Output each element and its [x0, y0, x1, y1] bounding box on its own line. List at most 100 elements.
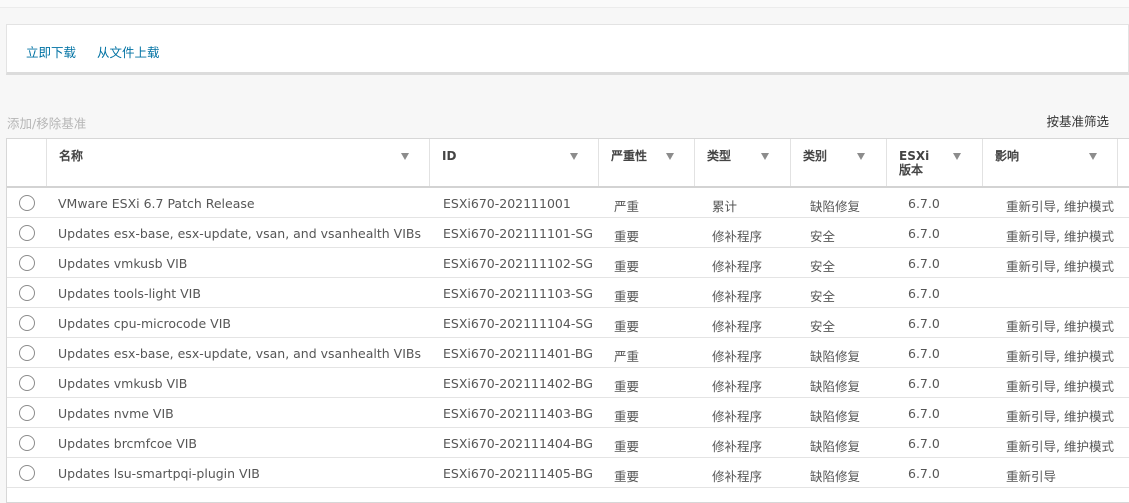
cell-impact: 重新引导, 维护模式 — [1006, 259, 1114, 274]
cell-name: Updates esx-base, esx-update, vsan, and … — [58, 226, 422, 241]
row-select-radio[interactable] — [19, 285, 35, 301]
row-select-radio[interactable] — [19, 435, 35, 451]
cell-impact: 重新引导, 维护模式 — [1006, 199, 1114, 214]
header-name[interactable]: 名称 — [46, 139, 429, 186]
table-header: 名称 ID 严重性 类型 类别 ESXi 版本 影响 — [7, 139, 1129, 188]
filter-icon[interactable] — [953, 153, 961, 160]
filter-icon[interactable] — [857, 153, 865, 160]
header-category-label: 类别 — [803, 149, 828, 163]
cell-type: 修补程序 — [712, 469, 763, 484]
cell-category: 安全 — [810, 319, 836, 334]
cell-severity: 重要 — [614, 319, 640, 334]
filter-icon[interactable] — [1089, 153, 1097, 160]
cell-name: Updates esx-base, esx-update, vsan, and … — [58, 346, 422, 361]
cell-version: 6.7.0 — [908, 466, 940, 481]
cell-type: 修补程序 — [712, 349, 763, 364]
header-impact-label: 影响 — [995, 149, 1020, 163]
cell-severity: 严重 — [614, 199, 640, 214]
cell-severity: 重要 — [614, 379, 640, 394]
table-body: VMware ESXi 6.7 Patch Release ESXi670-20… — [7, 188, 1129, 488]
row-select-radio[interactable] — [19, 195, 35, 211]
cell-type: 修补程序 — [712, 229, 763, 244]
table-row[interactable]: Updates esx-base, esx-update, vsan, and … — [7, 218, 1129, 248]
header-impact[interactable]: 影响 — [982, 139, 1118, 186]
filter-icon[interactable] — [570, 153, 578, 160]
cell-severity: 重要 — [614, 409, 640, 424]
header-severity[interactable]: 严重性 — [598, 139, 694, 186]
table-row[interactable]: Updates lsu-smartpqi-plugin VIB ESXi670-… — [7, 458, 1129, 488]
cell-type: 修补程序 — [712, 289, 763, 304]
cell-id: ESXi670-202111104-SG — [443, 316, 593, 331]
table-row[interactable]: Updates cpu-microcode VIB ESXi670-202111… — [7, 308, 1129, 338]
filter-icon[interactable] — [666, 153, 674, 160]
cell-version: 6.7.0 — [908, 256, 940, 271]
row-select-radio[interactable] — [19, 225, 35, 241]
header-esxi-version-label: ESXi 版本 — [899, 149, 930, 177]
row-select-radio[interactable] — [19, 255, 35, 271]
patch-table: 名称 ID 严重性 类型 类别 ESXi 版本 影响 VMware ESXi 6… — [6, 138, 1129, 503]
cell-impact: 重新引导, 维护模式 — [1006, 229, 1114, 244]
cell-name: Updates vmkusb VIB — [58, 256, 188, 271]
cell-category: 缺陷修复 — [810, 469, 861, 484]
row-select-radio[interactable] — [19, 315, 35, 331]
header-severity-label: 严重性 — [611, 149, 648, 163]
table-row[interactable]: Updates esx-base, esx-update, vsan, and … — [7, 338, 1129, 368]
cell-category: 缺陷修复 — [810, 409, 861, 424]
cell-id: ESXi670-202111405-BG — [443, 466, 593, 481]
table-row[interactable]: Updates vmkusb VIB ESXi670-202111402-BG … — [7, 368, 1129, 398]
table-row[interactable]: Updates brcmfcoe VIB ESXi670-202111404-B… — [7, 428, 1129, 458]
add-remove-baseline-button[interactable]: 添加/移除基准 — [7, 113, 86, 132]
cell-category: 安全 — [810, 229, 836, 244]
cell-version: 6.7.0 — [908, 316, 940, 331]
cell-version: 6.7.0 — [908, 436, 940, 451]
cell-category: 缺陷修复 — [810, 379, 861, 394]
cell-severity: 严重 — [614, 349, 640, 364]
top-strip — [0, 0, 1129, 8]
header-esxi-version[interactable]: ESXi 版本 — [886, 139, 982, 186]
row-select-radio[interactable] — [19, 405, 35, 421]
cell-name: Updates nvme VIB — [58, 406, 174, 421]
row-select-radio[interactable] — [19, 345, 35, 361]
header-type[interactable]: 类型 — [694, 139, 790, 186]
cell-type: 累计 — [712, 199, 738, 214]
row-select-radio[interactable] — [19, 465, 35, 481]
table-row[interactable]: Updates nvme VIB ESXi670-202111403-BG 重要… — [7, 398, 1129, 428]
cell-version: 6.7.0 — [908, 226, 940, 241]
filter-icon[interactable] — [761, 153, 769, 160]
header-category[interactable]: 类别 — [790, 139, 886, 186]
cell-severity: 重要 — [614, 469, 640, 484]
table-row[interactable]: Updates tools-light VIB ESXi670-20211110… — [7, 278, 1129, 308]
cell-id: ESXi670-202111103-SG — [443, 286, 593, 301]
cell-impact: 重新引导, 维护模式 — [1006, 439, 1114, 454]
cell-version: 6.7.0 — [908, 286, 940, 301]
cell-category: 缺陷修复 — [810, 439, 861, 454]
cell-impact: 重新引导, 维护模式 — [1006, 379, 1114, 394]
cell-version: 6.7.0 — [908, 376, 940, 391]
cell-type: 修补程序 — [712, 259, 763, 274]
cell-category: 缺陷修复 — [810, 349, 861, 364]
cell-impact: 重新引导, 维护模式 — [1006, 409, 1114, 424]
filter-icon[interactable] — [401, 153, 409, 160]
cell-version: 6.7.0 — [908, 346, 940, 361]
table-row[interactable]: VMware ESXi 6.7 Patch Release ESXi670-20… — [7, 188, 1129, 218]
header-select — [7, 139, 46, 186]
header-name-label: 名称 — [59, 149, 84, 163]
upload-from-file-link[interactable]: 从文件上载 — [97, 42, 160, 61]
header-id-label: ID — [442, 149, 457, 163]
cell-name: Updates lsu-smartpqi-plugin VIB — [58, 466, 260, 481]
cell-severity: 重要 — [614, 289, 640, 304]
filter-by-baseline-button[interactable]: 按基准筛选 — [1046, 111, 1109, 130]
cell-type: 修补程序 — [712, 379, 763, 394]
cell-name: Updates tools-light VIB — [58, 286, 201, 301]
cell-category: 缺陷修复 — [810, 199, 861, 214]
cell-id: ESXi670-202111401-BG — [443, 346, 593, 361]
cell-version: 6.7.0 — [908, 406, 940, 421]
cell-version: 6.7.0 — [908, 196, 940, 211]
header-id[interactable]: ID — [429, 139, 598, 186]
table-row[interactable]: Updates vmkusb VIB ESXi670-202111102-SG … — [7, 248, 1129, 278]
cell-name: Updates cpu-microcode VIB — [58, 316, 231, 331]
download-now-link[interactable]: 立即下载 — [26, 42, 76, 61]
cell-impact: 重新引导, 维护模式 — [1006, 319, 1114, 334]
cell-category: 安全 — [810, 289, 836, 304]
row-select-radio[interactable] — [19, 375, 35, 391]
